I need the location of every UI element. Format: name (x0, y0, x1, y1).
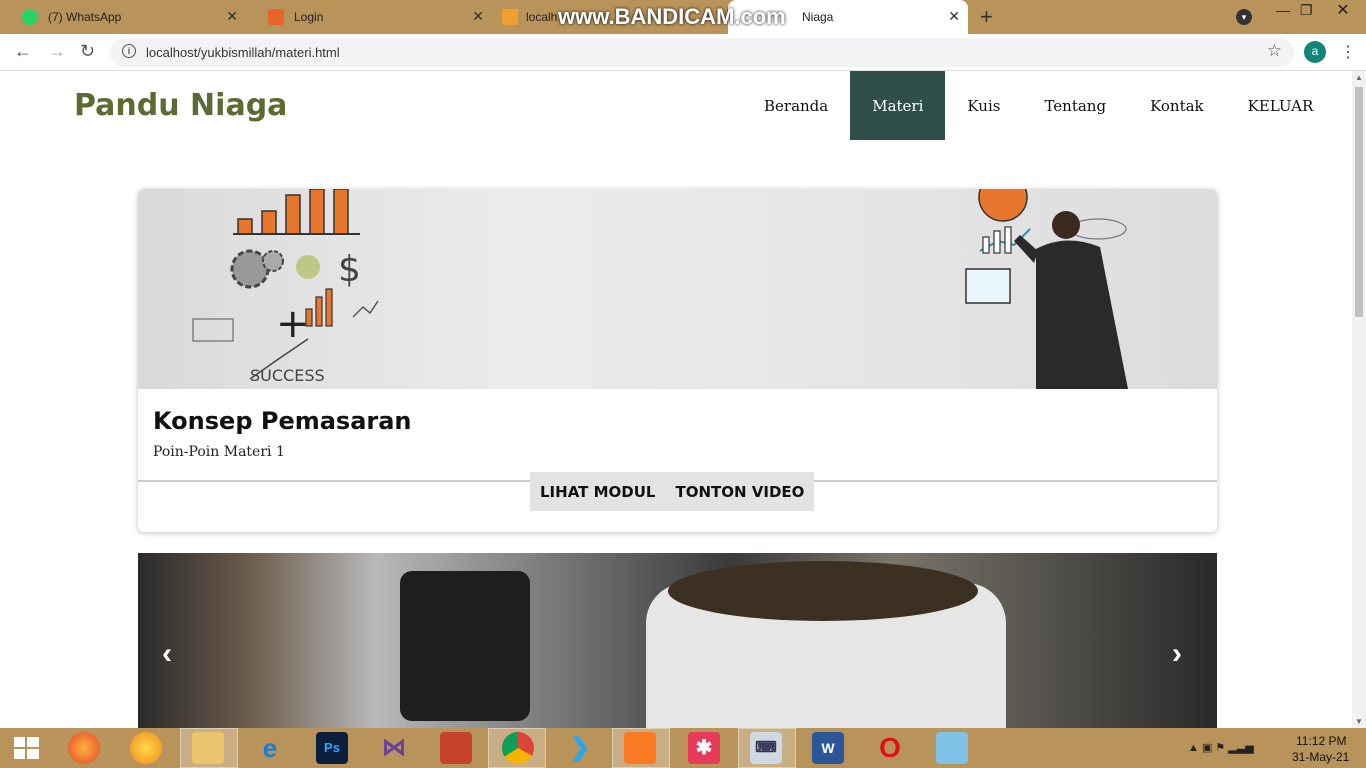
chevron-left-icon[interactable]: ‹ (162, 637, 172, 671)
forward-icon[interactable]: → (48, 41, 66, 62)
card-subtitle: Poin-Poin Materi 1 (153, 444, 285, 460)
tab-label: Login (294, 10, 324, 24)
firefox-icon[interactable] (68, 732, 100, 764)
window-close-icon[interactable]: ✕ (1320, 0, 1366, 22)
marketing-illustration: $ + SUCCESS (192, 189, 1128, 389)
vscode-icon[interactable]: ❯ (564, 732, 596, 764)
clock-time[interactable]: 11:12 PM (1296, 734, 1346, 748)
image-carousel: ‹ › (138, 553, 1217, 728)
materi-card: $ + SUCCESS Konsep Pemasaran Poin-Poin M… (138, 189, 1217, 532)
menu-kebab-icon[interactable]: ⋮ (1340, 42, 1356, 62)
card-actions: LIHAT MODUL TONTON VIDEO (530, 472, 815, 511)
windows-taskbar: e Ps ⋈ ❯ ✱ ⌨ W O ▲ ▣ ⚑ ▂▃▅ 11:12 PM 31-M… (0, 728, 1366, 768)
restore-icon[interactable]: ❐ (1300, 2, 1313, 19)
site-brand[interactable]: Pandu Niaga (74, 88, 287, 123)
powerpoint-icon[interactable] (440, 732, 472, 764)
card-banner-image: $ + SUCCESS (138, 189, 1217, 389)
profile-avatar[interactable]: a (1304, 41, 1326, 63)
reload-icon[interactable]: ↻ (80, 41, 95, 62)
visual-studio-icon[interactable]: ⋈ (378, 732, 410, 764)
on-screen-keyboard-icon[interactable]: ⌨ (750, 732, 782, 764)
pma-icon (502, 9, 518, 25)
tab-label: Niaga (802, 10, 834, 24)
web-page: Pandu Niaga Beranda Materi Kuis Tentang … (0, 71, 1352, 728)
scroll-up-icon[interactable]: ▲ (1355, 73, 1363, 82)
clock-date[interactable]: 31-May-21 (1292, 750, 1349, 764)
tab-search-icon[interactable]: ▾ (1236, 9, 1252, 25)
info-icon[interactable]: i (122, 44, 136, 58)
page-scrollbar[interactable]: ▲ ▼ (1352, 71, 1366, 728)
word-icon[interactable]: W (812, 732, 844, 764)
nav-beranda[interactable]: Beranda (742, 71, 850, 140)
bookmark-star-icon[interactable]: ☆ (1267, 41, 1282, 61)
nav-materi[interactable]: Materi (850, 71, 946, 140)
chevron-right-icon[interactable]: › (1172, 637, 1182, 671)
carousel-tea-graphic (668, 561, 978, 621)
svg-text:SUCCESS: SUCCESS (250, 366, 325, 385)
minimize-icon[interactable]: — (1276, 2, 1290, 18)
tab-label: (7) WhatsApp (48, 10, 122, 24)
whatsapp-icon (22, 9, 38, 25)
file-explorer-icon[interactable] (192, 732, 224, 764)
tab-whatsapp[interactable]: (7) WhatsApp ✕ (0, 0, 246, 34)
windows-start-icon[interactable] (14, 737, 40, 761)
opera-icon[interactable]: O (874, 732, 906, 764)
chrome-icon[interactable] (502, 732, 534, 764)
tab-login[interactable]: Login ✕ (246, 0, 492, 34)
card-title: Konsep Pemasaran (153, 407, 412, 435)
xampp-icon (268, 9, 284, 25)
nav-keluar[interactable]: KELUAR (1226, 71, 1336, 140)
photoshop-icon[interactable]: Ps (316, 732, 348, 764)
bandicam-watermark: www.BANDICAM.com (558, 4, 786, 29)
lihat-modul-button[interactable]: LIHAT MODUL (530, 483, 665, 501)
carousel-phone-graphic (400, 571, 530, 721)
tonton-video-button[interactable]: TONTON VIDEO (665, 483, 814, 501)
nav-kontak[interactable]: Kontak (1128, 71, 1226, 140)
close-icon[interactable]: ✕ (226, 8, 238, 25)
notepad-icon[interactable] (936, 732, 968, 764)
browser-tab-bar: (7) WhatsApp ✕ Login ✕ localh Niaga ✕ ww… (0, 0, 1366, 34)
nav-tentang[interactable]: Tentang (1022, 71, 1128, 140)
internet-explorer-icon[interactable]: e (254, 732, 286, 764)
tray-icons[interactable]: ▲ ▣ ⚑ ▂▃▅ (1188, 741, 1254, 754)
browser-toolbar: ← → ↻ i localhost/yukbismillah/materi.ht… (0, 34, 1366, 71)
star-app-icon[interactable]: ✱ (688, 732, 720, 764)
main-nav: Beranda Materi Kuis Tentang Kontak KELUA… (742, 71, 1335, 140)
back-icon[interactable]: ← (14, 41, 32, 62)
new-tab-icon[interactable]: + (980, 4, 993, 30)
scroll-thumb[interactable] (1355, 87, 1363, 317)
xampp-icon[interactable] (624, 732, 656, 764)
svg-text:$: $ (338, 249, 361, 290)
close-icon[interactable]: ✕ (472, 8, 484, 25)
url-text[interactable]: localhost/yukbismillah/materi.html (146, 45, 340, 60)
scroll-down-icon[interactable]: ▼ (1355, 717, 1363, 726)
app-icon[interactable] (130, 732, 162, 764)
svg-text:+: + (276, 301, 310, 347)
address-bar[interactable]: i localhost/yukbismillah/materi.html ☆ (110, 38, 1294, 67)
tab-label: localh (526, 10, 558, 24)
nav-kuis[interactable]: Kuis (945, 71, 1022, 140)
close-icon[interactable]: ✕ (948, 8, 960, 25)
